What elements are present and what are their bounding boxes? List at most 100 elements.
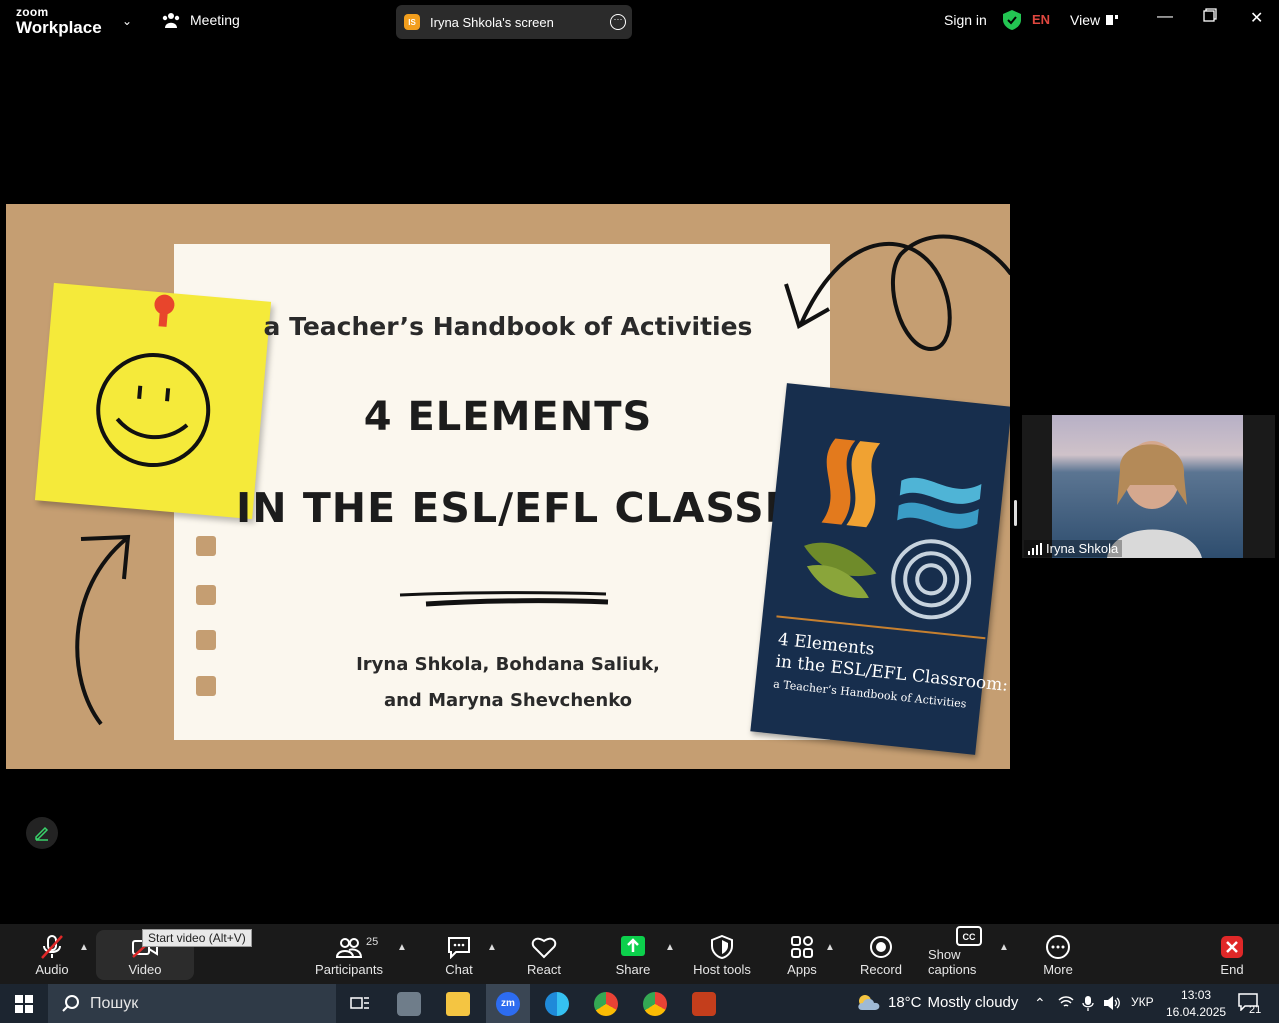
meeting-label: Meeting	[190, 12, 240, 28]
windows-taskbar: Пошук zm 18°C Mostly cloudy ⌃ УКР 13:03 …	[0, 984, 1279, 1023]
more-options-icon[interactable]: ···	[610, 14, 626, 30]
chat-button[interactable]: Chat	[440, 924, 478, 984]
slide-subtitle: a Teacher’s Handbook of Activities	[263, 312, 753, 341]
closed-captions-icon: CC	[956, 925, 982, 946]
pencil-icon	[35, 826, 49, 841]
host-tools-shield-icon	[711, 935, 733, 959]
participant-silhouette	[1107, 441, 1202, 558]
cloud-icon	[858, 995, 880, 1010]
microphone-tray-icon[interactable]	[1082, 995, 1094, 1014]
paper-hole	[196, 585, 216, 605]
chat-options-caret[interactable]: ▲	[487, 942, 497, 953]
zoom-workplace-logo[interactable]: zoom Workplace	[16, 6, 102, 36]
view-label: View	[1070, 12, 1101, 28]
react-button[interactable]: React	[524, 924, 564, 984]
taskbar-clock[interactable]: 13:03 16.04.2025	[1166, 987, 1226, 1021]
paper-hole	[196, 630, 216, 650]
shared-screen-pill[interactable]: IS Iryna Shkola's screen ···	[396, 5, 632, 39]
participant-name-tag: Iryna Shkola	[1024, 540, 1123, 557]
share-button[interactable]: Share	[613, 924, 653, 984]
chrome-profile-icon[interactable]	[643, 992, 667, 1016]
clock-date: 16.04.2025	[1166, 1005, 1227, 1019]
chat-label: Chat	[445, 962, 473, 977]
view-menu-button[interactable]: View	[1070, 12, 1119, 28]
end-meeting-icon	[1221, 936, 1243, 958]
shared-screen-label: Iryna Shkola's screen	[430, 15, 554, 30]
minimize-icon[interactable]: —	[1157, 8, 1173, 26]
taskbar-search-box[interactable]: Пошук	[48, 984, 336, 1023]
share-arrow-icon	[621, 936, 645, 956]
restore-icon[interactable]	[1203, 8, 1217, 27]
share-label: Share	[615, 962, 651, 977]
search-icon	[62, 994, 79, 1012]
apps-icon	[791, 936, 813, 958]
sign-in-link[interactable]: Sign in	[944, 12, 987, 28]
search-placeholder: Пошук	[90, 994, 139, 1012]
participants-icon	[336, 938, 362, 958]
video-label: Video	[128, 962, 162, 977]
share-options-caret[interactable]: ▲	[665, 942, 675, 953]
task-view-icon[interactable]	[350, 994, 370, 1017]
windows-start-icon[interactable]	[15, 995, 33, 1018]
apps-button[interactable]: Apps	[784, 924, 820, 984]
paper-hole	[196, 536, 216, 556]
host-tools-button[interactable]: Host tools	[690, 924, 754, 984]
end-label: End	[1220, 962, 1244, 977]
presenter-avatar: IS	[404, 14, 420, 30]
chevron-down-icon[interactable]: ⌄	[122, 14, 132, 28]
language-indicator[interactable]: EN	[1032, 12, 1050, 27]
weather-desc: Mostly cloudy	[927, 993, 1019, 1011]
more-button[interactable]: More	[1040, 924, 1076, 984]
participant-name: Iryna Shkola	[1046, 541, 1119, 556]
record-button[interactable]: Record	[858, 924, 904, 984]
logo-large-text: Workplace	[16, 18, 102, 37]
audio-button[interactable]: Audio	[30, 924, 74, 984]
edge-browser-icon[interactable]	[545, 992, 569, 1016]
signal-strength-icon	[1028, 542, 1042, 555]
title-bar: zoom Workplace ⌄ Meeting IS Iryna Shkola…	[0, 0, 1279, 44]
participant-video-tile[interactable]: Iryna Shkola	[1022, 415, 1275, 558]
react-label: React	[527, 962, 561, 977]
clock-time: 13:03	[1181, 988, 1212, 1002]
audio-options-caret[interactable]: ▲	[79, 942, 89, 953]
loop-arrow-icon	[784, 234, 1010, 352]
file-explorer-icon[interactable]	[446, 992, 470, 1016]
meeting-icon	[162, 13, 180, 28]
show-captions-button[interactable]: CC Show captions	[928, 924, 1010, 984]
heart-icon	[531, 937, 557, 959]
weather-widget[interactable]: 18°C Mostly cloudy	[856, 993, 1018, 1011]
keyboard-language[interactable]: УКР	[1131, 995, 1154, 1009]
powerpoint-icon[interactable]	[692, 992, 716, 1016]
participants-button[interactable]: Participants	[315, 924, 383, 984]
show-captions-label: Show captions	[928, 947, 977, 977]
weather-temp: 18°C	[888, 993, 922, 1011]
captions-options-caret[interactable]: ▲	[999, 942, 1009, 953]
zoom-app-icon[interactable]: zm	[496, 992, 520, 1016]
network-icon[interactable]	[1058, 995, 1074, 1012]
shared-screen-slide: a Teacher’s Handbook of Activities 4 ELE…	[6, 204, 1010, 769]
annotate-pencil-button[interactable]	[26, 817, 58, 849]
book-cover: 4 Elements in the ESL/EFL Classroom: a T…	[750, 383, 1010, 755]
encryption-shield-icon[interactable]	[1003, 10, 1021, 35]
host-tools-label: Host tools	[693, 962, 751, 977]
end-meeting-button[interactable]: End	[1216, 924, 1248, 984]
view-layout-icon	[1106, 15, 1119, 25]
record-label: Record	[860, 962, 902, 977]
scanner-app-icon[interactable]	[397, 992, 421, 1016]
participants-options-caret[interactable]: ▲	[397, 942, 407, 953]
close-icon[interactable]: ✕	[1250, 8, 1263, 28]
audio-label: Audio	[35, 962, 69, 977]
microphone-muted-icon	[41, 935, 63, 959]
speaker-icon[interactable]	[1103, 995, 1121, 1014]
four-elements-illustration	[804, 438, 982, 620]
notification-count: 21	[1249, 1004, 1262, 1016]
logo-small-text: zoom	[16, 5, 49, 19]
panel-resize-handle[interactable]	[1014, 500, 1017, 526]
chrome-browser-icon[interactable]	[594, 992, 618, 1016]
tray-expand-icon[interactable]: ⌃	[1034, 995, 1046, 1012]
chat-icon	[448, 937, 470, 959]
meeting-button[interactable]: Meeting	[162, 12, 240, 28]
participant-video	[1052, 415, 1243, 558]
underline-stroke	[399, 591, 609, 607]
apps-options-caret[interactable]: ▲	[825, 942, 835, 953]
